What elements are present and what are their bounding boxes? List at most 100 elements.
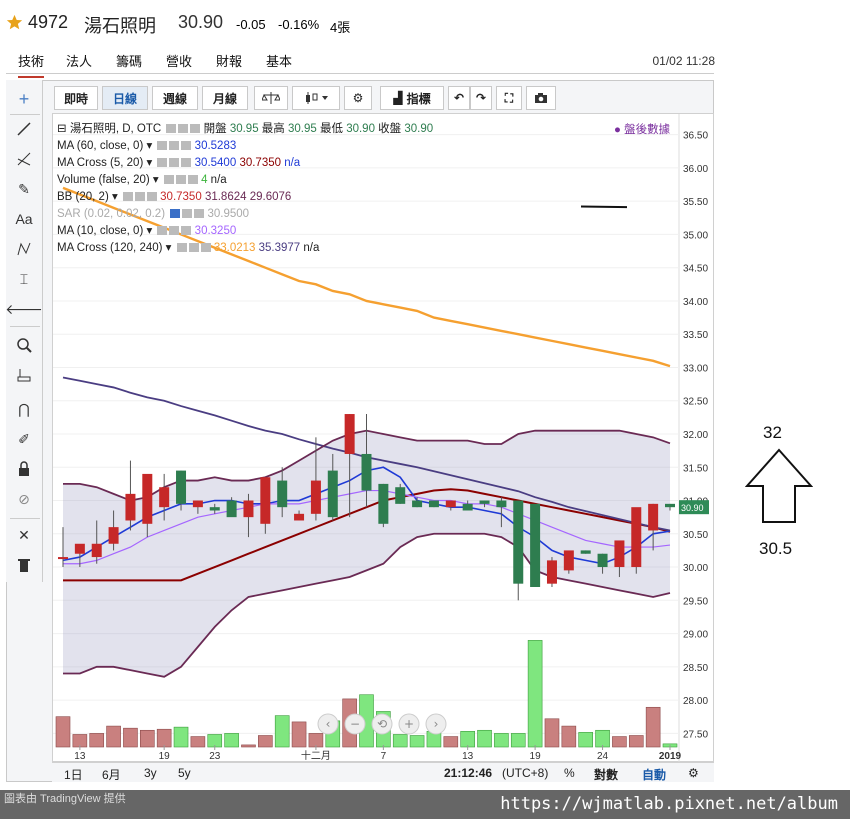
chart-bottom-bar: 1日 6月 3y 5y 21:12:46 (UTC+8) % 對數 自動 ⚙	[52, 762, 714, 782]
ma10-value: 30.3250	[194, 225, 237, 237]
screenshot-button[interactable]	[526, 86, 556, 110]
up-arrow-icon	[745, 448, 813, 523]
ma10-label: MA (10, close, 0)	[57, 225, 144, 237]
tab-revenue[interactable]: 營收	[166, 51, 192, 70]
close-icon[interactable]	[190, 124, 201, 134]
volume-bar	[477, 729, 492, 748]
candle-body	[310, 480, 321, 514]
weekly-button[interactable]: 週線	[152, 86, 198, 110]
indicator-legend: ⊟ 湯石照明, D, OTC 開盤 30.95 最高 30.95 最低 30.9…	[57, 121, 433, 257]
range-5y[interactable]: 5y	[178, 766, 191, 780]
ma120-value: 33.0213	[213, 242, 256, 254]
x-tick-label: 十二月	[301, 749, 331, 762]
candle-body	[260, 477, 271, 524]
eye-icon[interactable]	[166, 124, 177, 134]
volume-bar	[544, 718, 560, 748]
range-1d[interactable]: 1日	[64, 766, 83, 783]
collapse-icon[interactable]: ⊟	[57, 123, 67, 135]
x-tick-label: 23	[209, 751, 221, 762]
fib-icon[interactable]	[13, 148, 35, 170]
camera-icon	[535, 93, 547, 103]
x-tick-label: 7	[381, 751, 387, 762]
credit: 圖表由 TradingView 提供	[4, 793, 126, 805]
y-tick-label: 36.00	[683, 164, 708, 175]
bb-lower: 29.6076	[249, 191, 292, 203]
toolbar-divider	[10, 518, 40, 519]
volume-bar	[89, 733, 105, 748]
pencil-lock-icon[interactable]: ✐	[13, 428, 35, 450]
magnet-icon[interactable]: ⋂	[13, 398, 35, 420]
settings-button[interactable]: ⚙	[344, 86, 372, 110]
fullscreen-button[interactable]: ⛶	[496, 86, 522, 110]
zoom-control-icon: ⟲	[377, 717, 387, 731]
auto-toggle[interactable]: 自動	[642, 766, 666, 783]
y-tick-label: 32.00	[683, 430, 708, 441]
tab-basic[interactable]: 基本	[266, 51, 292, 70]
volume-bar	[123, 727, 138, 748]
candle-body	[597, 553, 608, 568]
tab-financials[interactable]: 財報	[216, 51, 242, 70]
candle-body	[91, 543, 102, 558]
redo-button[interactable]: ↷	[470, 86, 492, 110]
range-6m[interactable]: 6月	[102, 766, 121, 783]
trendline-icon[interactable]	[13, 118, 35, 140]
log-toggle[interactable]: 對數	[594, 766, 618, 783]
timezone[interactable]: (UTC+8)	[502, 766, 548, 780]
tab-chips[interactable]: 籌碼	[116, 51, 142, 70]
toolbar-divider	[10, 326, 40, 327]
candle-body	[243, 500, 254, 518]
volume-bar	[224, 733, 239, 748]
y-tick-label: 30.00	[683, 563, 708, 574]
percent-toggle[interactable]: %	[564, 766, 575, 780]
realtime-button[interactable]: 即時	[54, 86, 98, 110]
candle-body	[159, 487, 170, 508]
indicators-label: 指標	[406, 91, 431, 106]
crosshair-icon[interactable]: +	[13, 88, 35, 110]
chart-type-button[interactable]	[292, 86, 340, 110]
legend-volume: Volume (false, 20) ▾ 4 n/a	[57, 174, 227, 186]
range-3y[interactable]: 3y	[144, 766, 157, 780]
datetime: 01/02 11:28	[652, 54, 715, 68]
tools-icon[interactable]: ✕	[13, 524, 35, 546]
eye-hide-icon[interactable]: ⊘	[13, 488, 35, 510]
trash-icon[interactable]	[13, 554, 35, 576]
lock-icon[interactable]	[13, 458, 35, 480]
x-tick-label: 19	[530, 751, 542, 762]
ruler-icon[interactable]	[13, 364, 35, 386]
gear-icon[interactable]: ⚙	[688, 766, 699, 780]
annotation: 32 30.5	[745, 420, 815, 560]
monthly-button[interactable]: 月線	[202, 86, 248, 110]
x-tick-label: 13	[74, 751, 86, 762]
toolbar-divider	[10, 114, 40, 115]
volume-bar	[241, 744, 256, 748]
settings-icon[interactable]	[178, 124, 189, 134]
macross-slow: 30.7350	[239, 157, 282, 169]
x-tick-label: 13	[462, 751, 474, 762]
zoom-icon[interactable]	[13, 334, 35, 356]
y-tick-label: 35.00	[683, 230, 708, 241]
y-tick-label: 34.50	[683, 264, 708, 275]
measure-icon[interactable]: ⌶	[13, 268, 35, 290]
pattern-icon[interactable]	[13, 238, 35, 260]
star-icon[interactable]	[6, 14, 23, 31]
candle-body	[563, 550, 574, 571]
annotation-top: 32	[763, 423, 782, 442]
undo-button[interactable]: ↶	[448, 86, 470, 110]
y-tick-label: 33.00	[683, 363, 708, 374]
y-tick-label: 34.00	[683, 297, 708, 308]
y-tick-label: 36.50	[683, 131, 708, 142]
indicators-button[interactable]: ▟ 指標	[380, 86, 444, 110]
high-label: 最高	[261, 123, 285, 135]
legend-macross-120-240: MA Cross (120, 240) ▾ 33.0213 35.3977 n/…	[57, 242, 320, 254]
sar-value: 30.9500	[207, 208, 250, 220]
price-tag: 30.90	[681, 503, 704, 513]
tab-institutional[interactable]: 法人	[66, 51, 92, 70]
arrow-left-icon[interactable]: 🡐	[5, 298, 43, 320]
daily-button[interactable]: 日線	[102, 86, 148, 110]
open-value: 30.95	[229, 123, 259, 135]
macross-fast: 30.5400	[194, 157, 237, 169]
compare-button[interactable]	[254, 86, 288, 110]
brush-icon[interactable]: ✎	[13, 178, 35, 200]
text-icon[interactable]: Aa	[13, 208, 35, 230]
after-hours-badge[interactable]: ● 盤後數據	[614, 121, 670, 137]
